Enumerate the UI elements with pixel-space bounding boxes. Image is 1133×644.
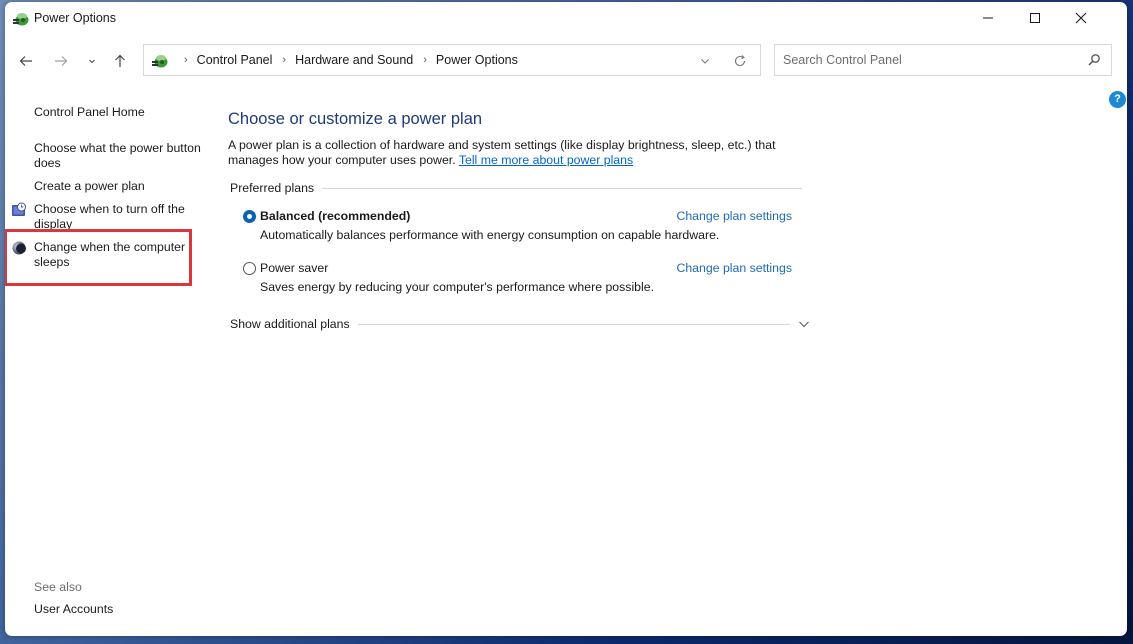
chevron-down-icon <box>701 59 709 64</box>
breadcrumb-separator[interactable]: › <box>423 54 427 66</box>
preferred-plans-header: Preferred plans <box>230 181 802 195</box>
chevron-down-icon[interactable] <box>798 318 810 330</box>
plan-name[interactable]: Balanced (recommended) <box>260 209 410 223</box>
title-bar: Power Options <box>5 2 1127 36</box>
show-additional-plans-label: Show additional plans <box>230 317 350 331</box>
maximize-icon <box>1030 13 1040 23</box>
close-button[interactable] <box>1058 2 1104 34</box>
plan-name[interactable]: Power saver <box>260 261 328 275</box>
minimize-icon <box>983 17 993 19</box>
breadcrumb-separator: › <box>184 54 188 66</box>
sidebar: Control Panel Home Choose what the power… <box>5 98 210 628</box>
refresh-icon <box>734 55 746 67</box>
breadcrumb: › Control Panel › Hardware and Sound › P… <box>174 45 518 75</box>
plan-description: Automatically balances performance with … <box>260 228 720 242</box>
page-title: Choose or customize a power plan <box>228 110 483 128</box>
show-additional-plans-toggle[interactable]: Show additional plans <box>230 317 810 331</box>
sidebar-item-control-panel-home[interactable]: Control Panel Home <box>34 105 204 120</box>
maximize-button[interactable] <box>1012 2 1058 34</box>
help-icon[interactable]: ? <box>1109 91 1126 108</box>
highlight-annotation-box <box>5 229 192 286</box>
breadcrumb-control-panel[interactable]: Control Panel <box>197 53 273 67</box>
arrow-left-icon <box>19 56 32 66</box>
sidebar-item-turn-off-display[interactable]: Choose when to turn off the display <box>34 202 204 232</box>
power-options-window: Power Options › Control Panel › Hardware… <box>5 2 1127 636</box>
change-plan-settings-link[interactable]: Change plan settings <box>676 261 792 275</box>
tell-me-more-link[interactable]: Tell me more about power plans <box>459 153 633 167</box>
arrow-right-icon <box>55 56 68 66</box>
plan-radio-balanced[interactable] <box>243 210 256 223</box>
back-button[interactable] <box>15 50 37 72</box>
address-dropdown-button[interactable] <box>697 53 713 69</box>
sidebar-item-power-button[interactable]: Choose what the power button does <box>34 141 204 171</box>
window-title: Power Options <box>34 11 116 25</box>
preferred-plans-label: Preferred plans <box>230 181 315 195</box>
minimize-button[interactable] <box>965 2 1011 34</box>
divider <box>322 187 802 189</box>
search-input[interactable] <box>775 45 1083 75</box>
power-options-icon <box>13 13 29 26</box>
close-icon <box>1075 12 1087 24</box>
display-clock-icon <box>12 202 26 216</box>
intro-text: A power plan is a collection of hardware… <box>228 138 818 168</box>
breadcrumb-power-options[interactable]: Power Options <box>436 53 518 67</box>
see-also-label: See also <box>34 580 82 594</box>
recent-locations-button[interactable] <box>81 50 103 72</box>
forward-button[interactable] <box>50 50 72 72</box>
refresh-button[interactable] <box>732 53 748 69</box>
divider <box>357 323 790 325</box>
sidebar-item-create-power-plan[interactable]: Create a power plan <box>34 179 204 194</box>
control-panel-icon <box>152 55 168 68</box>
change-plan-settings-link[interactable]: Change plan settings <box>676 209 792 223</box>
search-box[interactable] <box>774 44 1112 76</box>
breadcrumb-hardware-and-sound[interactable]: Hardware and Sound <box>295 53 413 67</box>
address-bar[interactable]: › Control Panel › Hardware and Sound › P… <box>143 44 761 76</box>
plan-radio-power-saver[interactable] <box>243 262 256 275</box>
plan-description: Saves energy by reducing your computer's… <box>260 280 654 294</box>
up-button[interactable] <box>109 50 131 72</box>
chevron-down-icon <box>89 59 95 64</box>
search-icon[interactable] <box>1087 53 1101 67</box>
arrow-up-icon <box>115 54 125 67</box>
breadcrumb-separator[interactable]: › <box>282 54 286 66</box>
sidebar-item-user-accounts[interactable]: User Accounts <box>34 602 204 617</box>
navigation-bar: › Control Panel › Hardware and Sound › P… <box>5 42 1127 78</box>
